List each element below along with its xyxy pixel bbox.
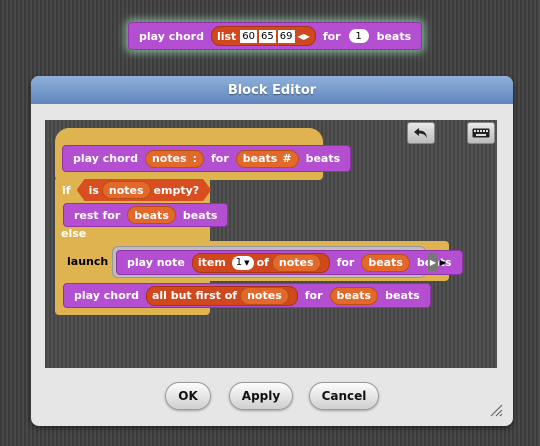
list-item[interactable]: 65 — [259, 29, 276, 43]
play-chord-label: play chord — [73, 152, 138, 165]
launch-label: launch — [67, 254, 109, 268]
list-param-marker: : — [192, 152, 197, 165]
beats-label: beats — [376, 29, 412, 43]
param-notes-label: notes — [151, 152, 187, 165]
is-empty-predicate[interactable]: is notes empty? — [77, 179, 212, 201]
empty-label: empty? — [153, 183, 200, 197]
for-label: for — [211, 152, 229, 165]
list-item[interactable]: 69 — [277, 29, 295, 43]
for-label: for — [322, 29, 341, 43]
beats-variable[interactable]: beats — [329, 286, 379, 305]
ok-button[interactable]: OK — [165, 382, 211, 410]
beats-label: beats — [182, 208, 218, 222]
notes-variable[interactable]: notes — [271, 253, 321, 272]
undo-icon[interactable] — [407, 122, 435, 144]
dialog-title: Block Editor — [227, 82, 317, 98]
if-label: if — [62, 183, 71, 197]
if-row: if is notes empty? — [58, 179, 219, 201]
index-input[interactable]: 1 ▼ — [231, 255, 254, 270]
item-label: item — [197, 256, 226, 269]
else-label: else — [61, 227, 87, 240]
all-but-first-reporter[interactable]: all but first of notes — [145, 285, 298, 306]
play-chord-label: play chord — [74, 289, 139, 302]
play-note-block[interactable]: play note item 1 ▼ of notes for beats be… — [116, 250, 463, 275]
resize-handle-icon[interactable] — [489, 402, 503, 417]
param-notes[interactable]: notes : — [144, 149, 204, 168]
all-but-first-label: all but first of — [151, 289, 238, 302]
dialog-titlebar[interactable]: Block Editor — [31, 76, 513, 104]
index-value: 1 — [235, 257, 243, 268]
play-chord-label: play chord — [139, 29, 204, 43]
number-param-marker: # — [282, 152, 292, 165]
for-label: for — [336, 256, 355, 269]
rest-for-block[interactable]: rest for beats beats — [63, 203, 229, 227]
play-note-label: play note — [127, 256, 185, 269]
notes-variable[interactable]: notes — [102, 181, 151, 199]
param-beats[interactable]: beats # — [235, 149, 299, 168]
rest-for-label: rest for — [74, 208, 121, 222]
item-of-reporter[interactable]: item 1 ▼ of notes — [191, 252, 330, 273]
notes-variable[interactable]: notes — [240, 286, 289, 305]
cancel-button[interactable]: Cancel — [309, 382, 379, 410]
apply-button[interactable]: Apply — [229, 382, 293, 410]
beats-label: beats — [305, 152, 341, 165]
list-item[interactable]: 60 — [240, 29, 258, 43]
param-beats-label: beats — [242, 152, 278, 165]
custom-block-prototype[interactable]: play chord notes : for beats # beats — [62, 145, 352, 172]
beats-variable[interactable]: beats — [361, 253, 410, 272]
input-arrow-icon[interactable]: ▶ — [428, 253, 438, 271]
is-label: is — [88, 183, 99, 197]
for-label: for — [304, 289, 323, 302]
list-reporter[interactable]: list 60 65 69 ◀▶ — [210, 26, 316, 46]
list-label: list — [216, 29, 237, 43]
dropdown-icon[interactable]: ▼ — [244, 259, 249, 267]
prototype-block[interactable]: play chord list 60 65 69 ◀▶ for 1 beats — [128, 22, 423, 50]
arrows-icon[interactable]: ◀▶ — [298, 32, 310, 41]
beats-variable[interactable]: beats — [127, 206, 176, 224]
launch-arrow-icon[interactable]: ▶ — [438, 253, 448, 271]
keyboard-icon[interactable] — [467, 122, 495, 144]
beats-count-input[interactable]: 1 — [348, 29, 369, 43]
of-label: of — [256, 256, 269, 269]
beats-label: beats — [385, 289, 420, 302]
recursive-play-chord-block[interactable]: play chord all but first of notes for be… — [63, 283, 431, 308]
